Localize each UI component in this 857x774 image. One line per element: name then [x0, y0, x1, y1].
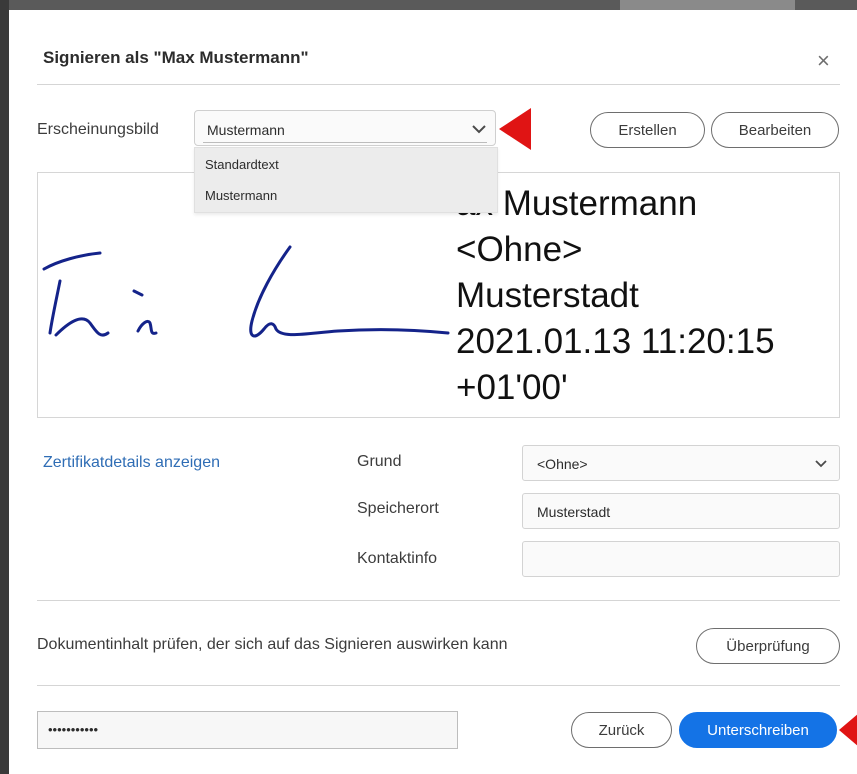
annotation-arrow-icon [839, 713, 857, 747]
chevron-down-icon [815, 460, 827, 468]
dropdown-option-mustermann[interactable]: Mustermann [205, 188, 277, 203]
select-underline [203, 142, 487, 143]
review-description: Dokumentinhalt prüfen, der sich auf das … [37, 636, 508, 653]
password-input-value: ••••••••••• [48, 722, 99, 737]
sign-dialog: Signieren als "Max Mustermann" × Erschei… [9, 10, 857, 774]
dropdown-option-standardtext[interactable]: Standardtext [205, 157, 279, 172]
edit-button[interactable]: Bearbeiten [711, 112, 839, 148]
appearance-label: Erscheinungsbild [37, 121, 159, 138]
location-label: Speicherort [357, 500, 439, 517]
divider [37, 685, 840, 686]
dialog-title: Signieren als "Max Mustermann" [43, 48, 309, 67]
signature-date: 2021.01.13 11:20:15 [456, 322, 775, 361]
review-button[interactable]: Überprüfung [696, 628, 840, 664]
annotation-arrow-icon [499, 108, 531, 150]
contact-label: Kontaktinfo [357, 550, 438, 567]
appearance-select[interactable]: Mustermann [194, 110, 496, 146]
location-input-value: Musterstadt [537, 504, 611, 520]
password-input[interactable]: ••••••••••• [37, 711, 458, 749]
close-icon[interactable]: × [817, 50, 830, 72]
sign-button[interactable]: Unterschreiben [679, 712, 837, 748]
create-button[interactable]: Erstellen [590, 112, 705, 148]
back-button[interactable]: Zurück [571, 712, 672, 748]
signature-timezone: +01'00' [456, 368, 568, 407]
signature-location: Musterstadt [456, 276, 639, 315]
appearance-select-value: Mustermann [207, 122, 285, 138]
appearance-dropdown-list: Standardtext Mustermann [194, 147, 498, 213]
window-frame-left [0, 0, 9, 774]
contact-input[interactable] [522, 541, 840, 577]
signature-reason: <Ohne> [456, 230, 583, 269]
certificate-details-link[interactable]: Zertifikatdetails anzeigen [43, 454, 220, 472]
reason-select-value: <Ohne> [537, 456, 588, 472]
reason-select[interactable]: <Ohne> [522, 445, 840, 481]
signature-name: ax Mustermann [456, 184, 698, 223]
location-input[interactable]: Musterstadt [522, 493, 840, 529]
document-edge [620, 0, 795, 10]
reason-label: Grund [357, 453, 402, 470]
divider [37, 600, 840, 601]
chevron-down-icon [472, 125, 486, 134]
divider [37, 84, 840, 85]
signature-details: ax Mustermann <Ohne> Musterstadt 2021.01… [456, 181, 775, 411]
